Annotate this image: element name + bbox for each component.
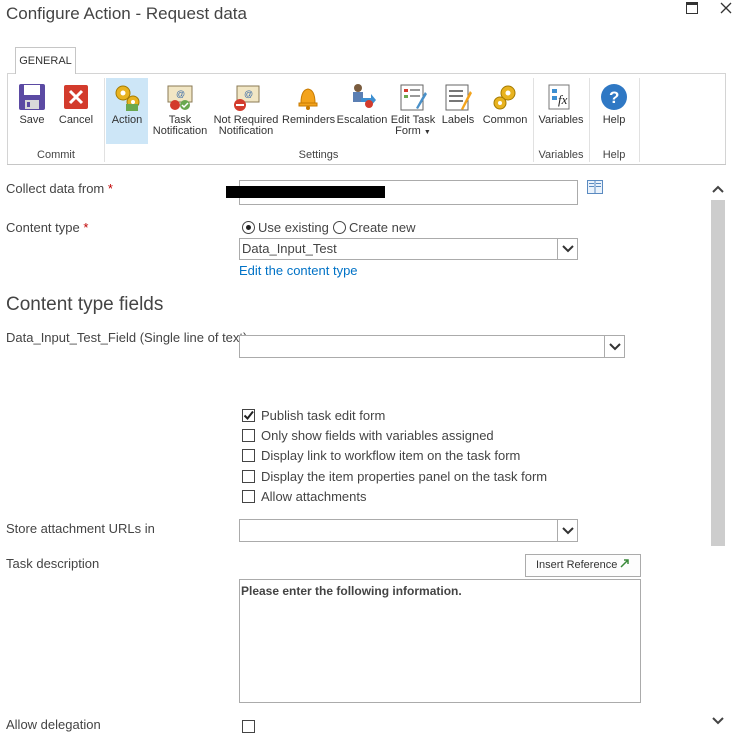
field-1-label: Data_Input_Test_Field (Single line of te… (6, 330, 248, 345)
window-title: Configure Action - Request data (6, 4, 247, 23)
only-show-fields-checkbox[interactable] (242, 429, 255, 442)
edit-content-type-link[interactable]: Edit the content type (239, 263, 358, 278)
field-1-select[interactable] (239, 335, 625, 358)
chevron-down-icon (557, 239, 577, 259)
task-description-textarea[interactable]: Please enter the following information. (239, 579, 641, 703)
allow-delegation-checkbox[interactable] (242, 720, 255, 733)
gears-icon (490, 82, 520, 112)
email-block-icon: @ (231, 82, 261, 112)
display-link-checkbox[interactable] (242, 449, 255, 462)
redacted-value (226, 186, 385, 198)
collect-data-from-field[interactable] (226, 180, 578, 205)
content-type-select-value: Data_Input_Test (242, 241, 337, 256)
bell-icon (293, 82, 323, 112)
labels-button[interactable]: Labels (438, 78, 478, 144)
use-existing-label: Use existing (258, 220, 329, 235)
publish-task-edit-form-checkbox[interactable] (242, 409, 255, 422)
tab-general[interactable]: GENERAL (15, 47, 76, 74)
chevron-down-icon (557, 520, 577, 541)
action-label: Action (111, 114, 143, 126)
checkbox-label: Display link to workflow item on the tas… (261, 448, 521, 463)
cancel-button[interactable]: Cancel (56, 78, 96, 144)
email-check-icon: @ (165, 82, 195, 112)
edit-task-form-label-2: Form (395, 125, 421, 137)
maximize-icon[interactable] (686, 2, 698, 17)
group-help: Help (602, 149, 626, 161)
store-attachment-urls-select[interactable] (239, 519, 578, 542)
task-notification-label-2: Notification (152, 125, 208, 137)
labels-icon (443, 82, 473, 112)
common-button[interactable]: Common (480, 78, 530, 144)
escalation-label: Escalation (336, 114, 388, 126)
vertical-scrollbar[interactable] (709, 176, 727, 738)
labels-label: Labels (441, 114, 475, 126)
help-icon: ? (599, 82, 629, 112)
save-icon (17, 82, 47, 112)
checkbox-label: Publish task edit form (261, 408, 386, 423)
dropdown-arrow-icon: ▼ (423, 129, 431, 136)
escalation-icon (347, 82, 377, 112)
ribbon: Save Cancel Action @ Task Notification @… (7, 73, 726, 165)
content-type-select[interactable]: Data_Input_Test (239, 238, 578, 260)
save-button[interactable]: Save (12, 78, 52, 144)
address-book-icon[interactable] (587, 180, 603, 197)
checkbox-label: Only show fields with variables assigned (261, 428, 494, 443)
variables-button[interactable]: fx Variables (536, 78, 586, 144)
content-type-fields-heading: Content type fields (6, 294, 164, 315)
group-variables: Variables (538, 149, 584, 161)
help-label: Help (602, 114, 626, 126)
reminders-label: Reminders (282, 114, 336, 126)
not-required-notification-button[interactable]: @ Not Required Notification (212, 78, 280, 144)
task-notification-button[interactable]: @ Task Notification (151, 78, 209, 144)
create-new-radio[interactable] (333, 221, 346, 234)
variables-icon: fx (546, 82, 576, 112)
chevron-down-icon (604, 336, 624, 357)
allow-attachments-checkbox[interactable] (242, 490, 255, 503)
not-required-label-2: Notification (218, 125, 274, 137)
checkbox-label: Display the item properties panel on the… (261, 469, 548, 484)
save-label: Save (19, 114, 45, 126)
display-properties-panel-checkbox[interactable] (242, 470, 255, 483)
common-label: Common (482, 114, 528, 126)
store-attachment-urls-label: Store attachment URLs in (6, 521, 155, 536)
scrollbar-thumb[interactable] (711, 200, 725, 546)
use-existing-radio[interactable] (242, 221, 255, 234)
edit-task-form-button[interactable]: Edit Task Form ▼ (390, 78, 436, 144)
gears-icon (112, 82, 142, 112)
escalation-button[interactable]: Escalation (336, 78, 388, 144)
scroll-up-icon[interactable] (712, 181, 724, 196)
svg-text:@: @ (244, 89, 253, 99)
close-icon[interactable] (720, 2, 732, 17)
svg-text:?: ? (609, 88, 619, 107)
reminders-button[interactable]: Reminders (282, 78, 336, 144)
insert-reference-icon (619, 556, 631, 577)
checkbox-label: Allow attachments (261, 489, 367, 504)
form-edit-icon (398, 82, 428, 112)
help-button[interactable]: ? Help (592, 78, 636, 144)
svg-text:@: @ (176, 89, 185, 99)
variables-label: Variables (538, 114, 584, 126)
cancel-icon (61, 82, 91, 112)
allow-delegation-label: Allow delegation (6, 717, 101, 732)
create-new-label: Create new (349, 220, 416, 235)
cancel-label: Cancel (58, 114, 94, 126)
collect-data-from-label: Collect data from * (6, 181, 113, 196)
scroll-down-icon[interactable] (712, 713, 724, 728)
action-button[interactable]: Action (106, 78, 148, 144)
svg-text:fx: fx (558, 92, 568, 107)
task-description-label: Task description (6, 556, 100, 571)
content-type-label: Content type * (6, 220, 89, 235)
group-settings: Settings (298, 149, 339, 161)
group-commit: Commit (37, 149, 75, 161)
insert-reference-button[interactable]: Insert Reference (525, 554, 641, 577)
